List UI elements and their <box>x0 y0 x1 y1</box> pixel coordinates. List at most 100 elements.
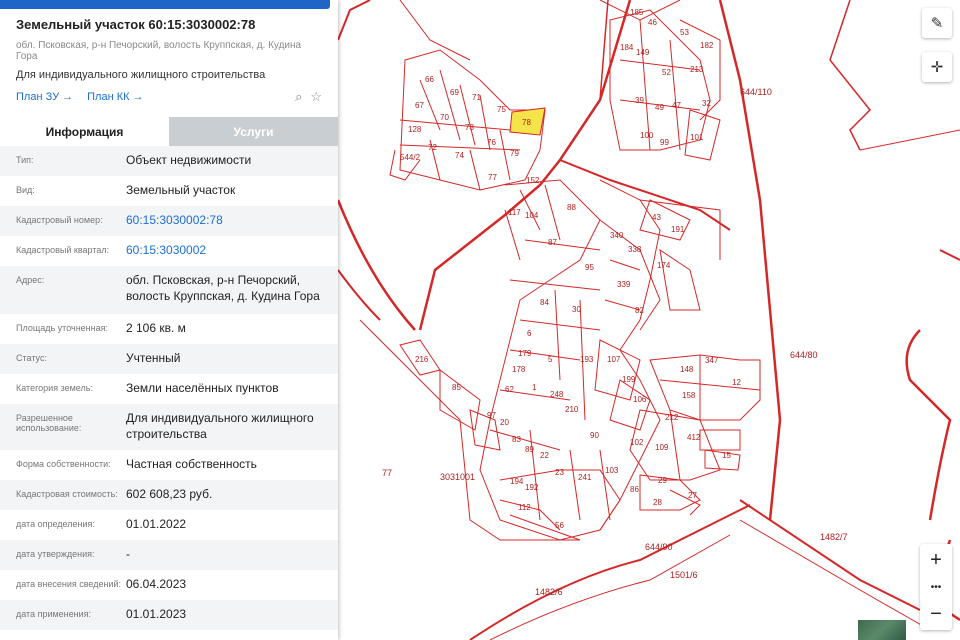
info-row-value[interactable]: 60:15:3030002 <box>126 236 206 266</box>
parcel-label: 102 <box>630 438 644 447</box>
parcel-label: 84 <box>540 298 549 307</box>
parcel-label: 53 <box>680 28 689 37</box>
tab-services[interactable]: Услуги <box>169 117 338 146</box>
quarter-label: 1482/7 <box>820 532 848 542</box>
info-row-value: Учтенный <box>126 351 181 365</box>
ruler-icon[interactable]: ✎ <box>922 8 952 38</box>
info-row-label: дата применения: <box>16 609 92 619</box>
plan-links: План ЗУ → План КК → ⌕ ☆ <box>16 89 322 105</box>
parcel-label: 71 <box>472 93 481 102</box>
parcel-label: 86 <box>630 485 639 494</box>
info-row-value: - <box>126 547 130 561</box>
parcel-label: 88 <box>567 203 576 212</box>
parcel-label: 182 <box>700 41 714 50</box>
parcel-label: 210 <box>565 405 579 414</box>
quarter-label: 77 <box>382 468 392 478</box>
info-row-label: дата утверждения: <box>16 549 95 559</box>
parcel-label: 90 <box>590 431 599 440</box>
parcel-label: 76 <box>487 138 496 147</box>
parcel-label: 194 <box>510 477 524 486</box>
info-row-label: Статус: <box>16 353 47 363</box>
quarter-label: 1482/6 <box>535 587 563 597</box>
parcel-label: 74 <box>455 151 464 160</box>
parcel-label: 212 <box>665 413 679 422</box>
tab-information[interactable]: Информация <box>0 117 169 146</box>
info-row: дата применения: 01.01.2023 <box>0 600 338 630</box>
parcel-label: 56 <box>555 521 564 530</box>
quarter-label: 1501/6 <box>670 570 698 580</box>
plan-zu-link[interactable]: План ЗУ → <box>16 91 73 103</box>
plan-kk-link[interactable]: План КК → <box>87 91 143 103</box>
parcel-label: 109 <box>655 443 669 452</box>
info-row-value: Частная собственность <box>126 457 257 471</box>
info-row: Вид: Земельный участок <box>0 176 338 206</box>
star-icon[interactable]: ☆ <box>310 89 322 105</box>
info-row-value: Для индивидуального жилищного строительс… <box>126 411 314 441</box>
parcel-label: 67 <box>415 101 424 110</box>
parcel-label: 107 <box>607 355 621 364</box>
quarter-label: 644/110 <box>740 87 772 97</box>
info-row-label: Кадастровый номер: <box>16 215 103 225</box>
zoom-more-button[interactable]: ••• <box>920 576 952 598</box>
info-row-value: Земельный участок <box>126 183 236 197</box>
parcel-label: 100 <box>640 131 654 140</box>
locate-icon[interactable]: ✛ <box>922 52 952 82</box>
parcel-label: 117 <box>508 208 521 217</box>
parcel-label: 104 <box>525 211 539 220</box>
search-doc-icon[interactable]: ⌕ <box>295 89 302 105</box>
parcel-label: 216 <box>415 355 429 364</box>
zoom-control: + ••• − <box>920 544 952 630</box>
parcel-label: 241 <box>578 473 592 482</box>
parcel-label: 75 <box>497 105 506 114</box>
parcel-label: 83 <box>512 435 521 444</box>
quarter-label: 644/80 <box>790 350 818 360</box>
info-row-label: Категория земель: <box>16 383 93 393</box>
parcel-label: 97 <box>487 411 496 420</box>
info-table: Тип: Объект недвижимости Вид: Земельный уча… <box>0 146 338 630</box>
address-short: обл. Псковская, р-н Печорский, волость К… <box>16 40 302 62</box>
parcel-label: 62 <box>505 385 514 394</box>
parcel-label: 27 <box>688 491 697 500</box>
parcel-label: 152 <box>526 176 540 185</box>
info-row: Тип: Объект недвижимости <box>0 146 338 176</box>
parcel-label: 23 <box>555 468 564 477</box>
info-row-value: 01.01.2023 <box>126 607 187 621</box>
parcel-label: 5 <box>548 355 553 364</box>
info-row: Категория земель: Земли населённых пункто… <box>0 374 338 404</box>
info-row-label: Форма собственности: <box>16 459 111 469</box>
parcel-label: 412 <box>687 433 701 442</box>
parcel-label: 544/2 <box>400 153 421 162</box>
parcel-label: 179 <box>518 349 532 358</box>
parcel-label: 87 <box>548 238 557 247</box>
parcel-label: 12 <box>732 378 741 387</box>
parcel-label: 52 <box>662 68 671 77</box>
info-row-label: Кадастровый квартал: <box>16 245 110 255</box>
info-row-label: дата определения: <box>16 519 95 529</box>
zoom-out-button[interactable]: − <box>920 598 952 630</box>
info-row: Кадастровый квартал: 60:15:3030002 <box>0 236 338 266</box>
parcel-label: 99 <box>660 138 669 147</box>
parcel-label: 191 <box>671 225 685 234</box>
info-row-value[interactable]: 60:15:3030002:78 <box>126 206 223 236</box>
zoom-in-button[interactable]: + <box>920 544 952 576</box>
basemap-thumbnail[interactable] <box>858 620 906 640</box>
parcel-label: 340 <box>610 231 624 240</box>
parcel-label: 46 <box>648 18 657 27</box>
parcel-label: 15 <box>722 451 731 460</box>
info-row-value: обл. Псковская, р-н Печорский, волость К… <box>126 273 320 303</box>
info-row-value: 06.04.2023 <box>126 577 187 591</box>
parcel-label: 82 <box>635 306 644 315</box>
parcel-label: 185 <box>630 8 644 17</box>
parcel-label: 70 <box>440 113 449 122</box>
parcel-label: 199 <box>622 375 636 384</box>
parcel-label: 106 <box>633 395 647 404</box>
info-row: Площадь уточненная: 2 106 кв. м <box>0 314 338 344</box>
parcel-label: 178 <box>512 365 526 374</box>
parcel-label: 66 <box>425 75 434 84</box>
quarter-label: 3031001 <box>440 472 475 482</box>
parcel-label: 29 <box>658 476 667 485</box>
panel-icons: ⌕ ☆ <box>295 89 322 105</box>
info-row-value: 01.01.2022 <box>126 517 187 531</box>
parcel-label: 338 <box>628 245 642 254</box>
parcel-label: 193 <box>580 355 594 364</box>
